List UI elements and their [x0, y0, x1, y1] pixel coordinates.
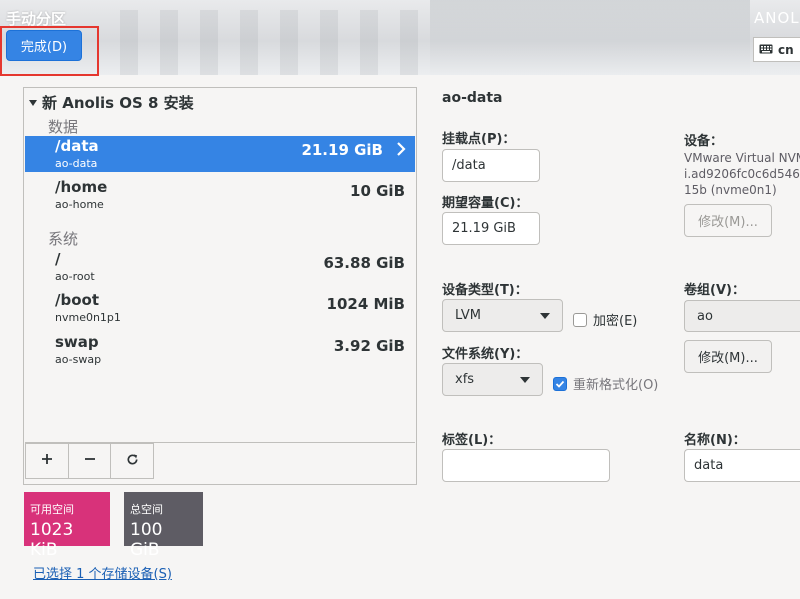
dropdown-arrow-icon — [520, 372, 530, 387]
device-info-line: i.ad9206fc0c6d546 — [684, 167, 800, 181]
brand-label: ANOLIS — [754, 9, 800, 27]
encrypt-checkbox[interactable]: 加密(E) — [573, 310, 637, 329]
total-space-label: 总空间 — [130, 503, 163, 516]
detail-title: ao-data — [442, 90, 503, 106]
partition-size: 10 GiB — [350, 182, 405, 200]
encrypt-label: 加密(E) — [593, 314, 638, 329]
filesystem-value: xfs — [455, 372, 475, 387]
device-info: VMware Virtual NVM i.ad9206fc0c6d546 15b… — [684, 150, 800, 198]
partition-row-data[interactable]: /data ao-data 21.19 GiB — [25, 136, 415, 172]
header-background-decoration — [120, 10, 420, 75]
group-label-data: 数据 — [48, 118, 79, 136]
partition-toolbar — [25, 443, 154, 479]
keyboard-icon — [759, 43, 773, 57]
total-space-box: 总空间 100 GiB — [124, 492, 203, 560]
partition-row-boot[interactable]: /boot nvme0n1p1 1024 MiB — [25, 290, 415, 326]
partition-mount-point: / — [55, 250, 61, 268]
partition-size: 3.92 GiB — [333, 337, 405, 355]
partition-tree-panel: 新 Anolis OS 8 安装 数据 /data ao-data 21.19 … — [23, 87, 417, 485]
triangle-down-icon[interactable] — [28, 94, 38, 112]
tree-root-label: 新 Anolis OS 8 安装 — [42, 94, 194, 112]
header-background-decoration-2 — [430, 0, 750, 75]
name-label: 名称(N)： — [684, 433, 746, 448]
reformat-label: 重新格式化(O) — [573, 378, 659, 393]
keyboard-layout-label: cn — [778, 42, 794, 57]
partition-device: ao-root — [55, 270, 95, 283]
partition-size: 63.88 GiB — [323, 254, 405, 272]
reformat-checkbox[interactable]: 重新格式化(O) — [553, 374, 658, 393]
header-bar — [0, 0, 800, 75]
device-type-select[interactable]: LVM — [442, 299, 563, 332]
mount-point-input[interactable]: /data — [442, 149, 540, 182]
partition-mount-point: /home — [55, 178, 108, 196]
partition-row-swap[interactable]: swap ao-swap 3.92 GiB — [25, 332, 415, 368]
partition-device: nvme0n1p1 — [55, 311, 121, 324]
device-type-value: LVM — [455, 308, 481, 323]
tag-label: 标签(L)： — [442, 433, 502, 448]
partition-mount-point: /data — [55, 137, 99, 155]
total-space-value: 100 GiB — [130, 520, 163, 560]
keyboard-layout-indicator[interactable]: cn — [753, 37, 800, 62]
volume-group-value: ao — [697, 308, 713, 324]
remove-partition-button[interactable] — [69, 444, 112, 478]
device-info-line: VMware Virtual NVM — [684, 151, 800, 165]
mount-point-label: 挂载点(P)： — [442, 132, 516, 147]
name-input[interactable]: data — [684, 449, 800, 482]
partition-mount-point: swap — [55, 333, 99, 351]
volume-group-select[interactable]: ao — [684, 300, 800, 332]
filesystem-label: 文件系统(Y)： — [442, 347, 529, 362]
device-modify-button[interactable]: 修改(M)... — [684, 204, 772, 237]
checkbox-unchecked-icon — [573, 312, 587, 327]
volume-group-modify-button[interactable]: 修改(M)... — [684, 340, 772, 373]
partition-size: 21.19 GiB — [301, 141, 383, 159]
device-type-label: 设备类型(T)： — [442, 283, 528, 298]
partition-size: 1024 MiB — [326, 295, 405, 313]
capacity-label: 期望容量(C)： — [442, 196, 529, 211]
device-info-line: 15b (nvme0n1) — [684, 183, 777, 197]
dropdown-arrow-icon — [540, 308, 550, 323]
available-space-label: 可用空间 — [30, 503, 74, 516]
partition-device: ao-data — [55, 157, 98, 170]
capacity-input[interactable]: 21.19 GiB — [442, 212, 540, 245]
group-label-system: 系统 — [48, 230, 79, 248]
refresh-icon — [126, 453, 139, 470]
storage-devices-link[interactable]: 已选择 1 个存储设备(S) — [33, 563, 172, 582]
add-partition-button[interactable] — [26, 444, 69, 478]
partition-mount-point: /boot — [55, 291, 99, 309]
plus-icon — [41, 453, 53, 469]
checkbox-checked-icon — [553, 376, 567, 391]
partition-device: ao-home — [55, 198, 104, 211]
done-button-highlight — [0, 26, 99, 76]
tree-root[interactable]: 新 Anolis OS 8 安装 — [28, 92, 194, 113]
refresh-button[interactable] — [111, 444, 153, 478]
chevron-right-icon — [395, 141, 407, 161]
partition-row-root[interactable]: / ao-root 63.88 GiB — [25, 249, 415, 285]
partition-device: ao-swap — [55, 353, 102, 366]
device-label: 设备： — [684, 134, 724, 149]
filesystem-select[interactable]: xfs — [442, 363, 543, 396]
tag-input[interactable] — [442, 449, 610, 482]
volume-group-label: 卷组(V)： — [684, 283, 745, 298]
available-space-value: 1023 KiB — [30, 520, 74, 560]
partition-row-home[interactable]: /home ao-home 10 GiB — [25, 177, 415, 213]
available-space-box: 可用空间 1023 KiB — [24, 492, 110, 560]
minus-icon — [84, 453, 96, 469]
